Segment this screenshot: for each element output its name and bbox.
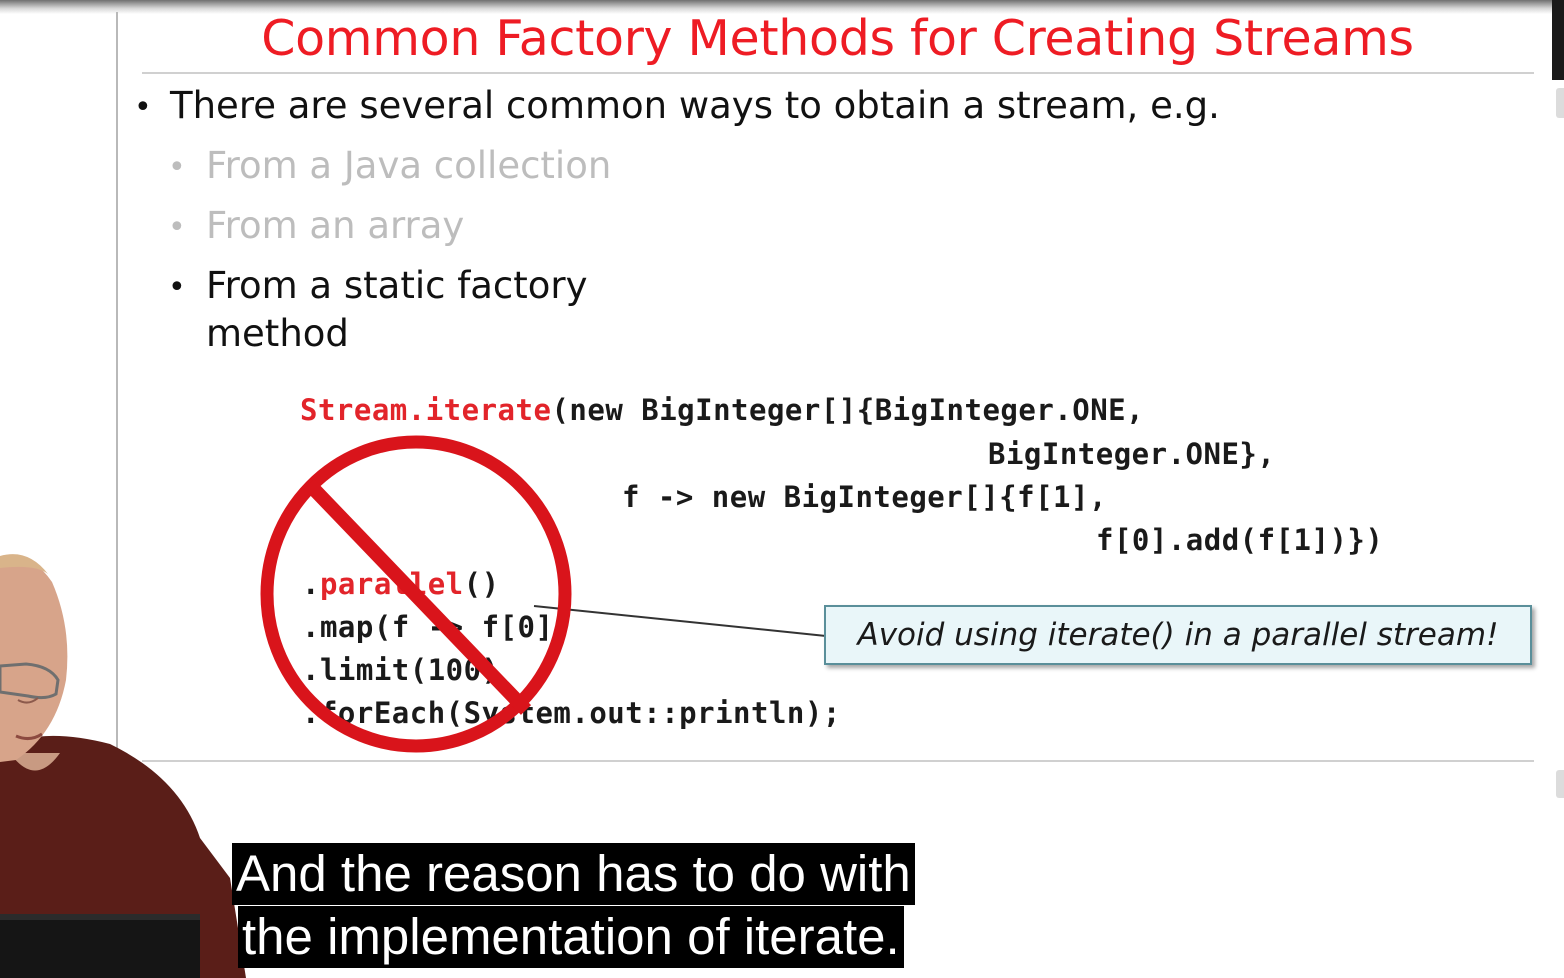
no-sign-icon — [260, 435, 572, 753]
subtitle-caption: the implementation of iterate. — [238, 906, 904, 968]
callout-box: Avoid using iterate() in a parallel stre… — [824, 605, 1532, 665]
video-frame[interactable]: Common Factory Methods for Creating Stre… — [0, 0, 1564, 978]
bottom-divider — [142, 760, 1534, 762]
presenter-video — [0, 554, 246, 978]
subtitle-caption: And the reason has to do with — [232, 843, 915, 905]
